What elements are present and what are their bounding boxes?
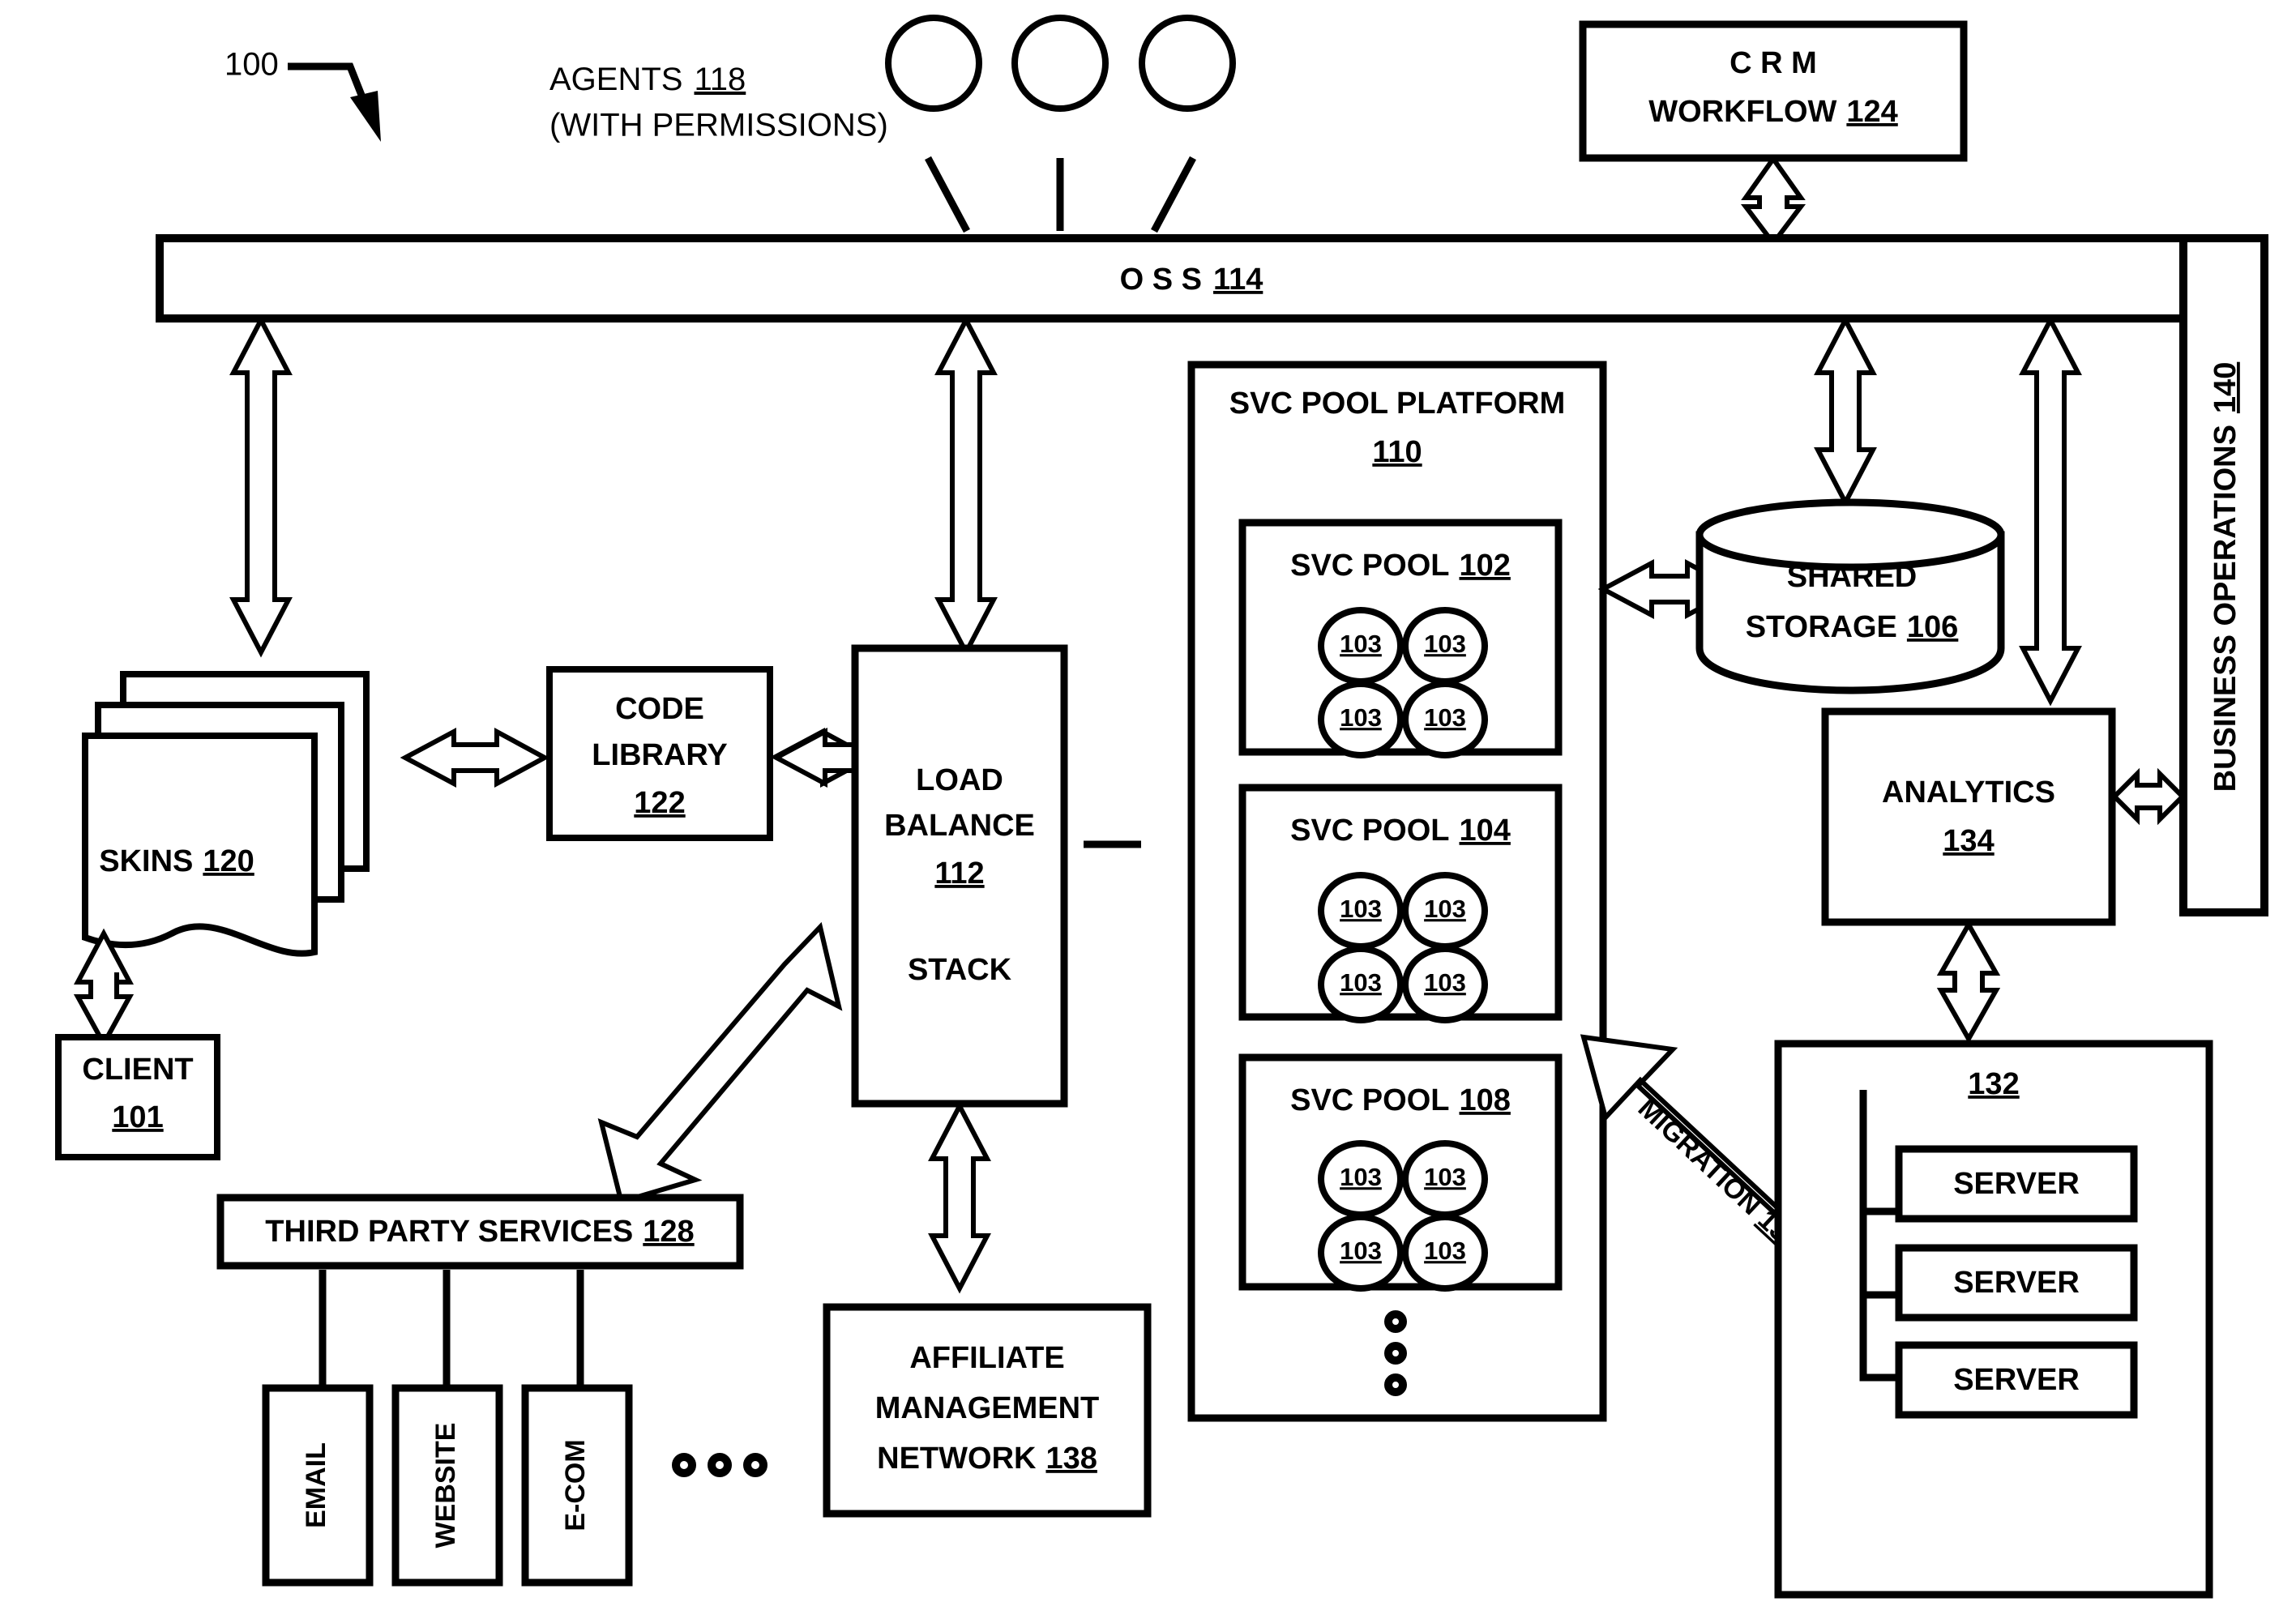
analytics-label: ANALYTICS: [1882, 775, 2055, 810]
load-balance-line1: LOAD: [916, 763, 1003, 797]
analytics-servergroup-arrow: [1936, 919, 2001, 1044]
skins-codelibrary-arrow: [400, 727, 550, 788]
load-balance-line2: BALANCE: [884, 809, 1035, 843]
svc-node-label: 103: [1424, 895, 1466, 923]
svc-pool-108[interactable]: SVC POOL 108 103 103 103 103: [1238, 1053, 1563, 1292]
patent-figure-canvas: 100 AGENTS 118 (WITH PERMISSIONS) C R M W…: [0, 0, 2296, 1619]
svc-pool-platform-ref: 110: [1372, 435, 1422, 469]
third-party-services-label: THIRD PARTY SERVICES 128: [265, 1215, 694, 1249]
svc-node-label: 103: [1340, 1163, 1382, 1191]
load-balance-ref: 112: [934, 856, 984, 891]
third-party-ellipsis: [672, 1453, 767, 1477]
server-label: SERVER: [1953, 1266, 2080, 1300]
third-party-child-website-label: WEBSITE: [430, 1423, 461, 1549]
svc-node-label: 103: [1424, 703, 1466, 732]
svc-pool-label: SVC POOL 102: [1290, 549, 1511, 583]
skins-stack[interactable]: SKINS 120: [82, 671, 370, 957]
svc-pool-platform-label: SVC POOL PLATFORM: [1229, 387, 1566, 421]
agent-icon: [1139, 15, 1236, 112]
shared-storage-cylinder[interactable]: SHARED STORAGE 106: [1695, 498, 2005, 694]
svc-node-label: 103: [1340, 968, 1382, 997]
crm-workflow-box[interactable]: [1579, 20, 1968, 162]
oss-skins-arrow: [229, 314, 293, 658]
oss-sharedstorage-arrow: [1814, 314, 1877, 508]
svc-pool-104[interactable]: SVC POOL 104 103 103 103 103: [1238, 784, 1563, 1023]
affiliate-line1: AFFILIATE: [909, 1341, 1064, 1375]
server-group-ref: 132: [1968, 1067, 2019, 1101]
affiliate-line3: NETWORK 138: [877, 1442, 1097, 1476]
agent-icon: [1011, 15, 1109, 112]
server-label: SERVER: [1953, 1363, 2080, 1397]
agent-connector: [925, 156, 970, 233]
crm-workflow-line2: WORKFLOW 124: [1648, 95, 1898, 129]
svc-pool-vertical-ellipsis-icon: [1384, 1310, 1407, 1396]
code-library-ref: 122: [634, 786, 685, 820]
agent-icon-group: [885, 15, 1236, 233]
analytics-businessops-arrow: [2110, 767, 2187, 826]
affiliate-line2: MANAGEMENT: [875, 1391, 1100, 1425]
shared-storage-line1: SHARED: [1787, 560, 1917, 594]
shared-storage-line2: STORAGE 106: [1746, 610, 1959, 644]
svc-node-label: 103: [1424, 968, 1466, 997]
svc-node-label: 103: [1340, 630, 1382, 658]
third-party-child-ecom-label: E-COM: [560, 1439, 591, 1531]
code-library-line2: LIBRARY: [592, 738, 727, 772]
loadbalance-thirdparty-arrow: [597, 921, 843, 1204]
code-library-line1: CODE: [615, 692, 704, 726]
svc-node-label: 103: [1340, 703, 1382, 732]
client-ref: 101: [112, 1100, 163, 1134]
client-label: CLIENT: [82, 1053, 193, 1087]
loadbalance-affiliate-arrow: [928, 1100, 991, 1294]
agents-sublabel: (WITH PERMISSIONS): [549, 108, 888, 143]
agent-connector: [1151, 156, 1196, 233]
svc-node-label: 103: [1424, 1237, 1466, 1265]
crm-oss-arrow: [1740, 154, 1806, 247]
agent-icon: [885, 15, 982, 112]
crm-workflow-line1: C R M: [1729, 46, 1817, 80]
analytics-box[interactable]: [1821, 707, 2116, 926]
svc-pool-label: SVC POOL 108: [1290, 1083, 1511, 1117]
load-balance-line3: STACK: [908, 953, 1012, 987]
server-label: SERVER: [1953, 1167, 2080, 1201]
oss-loadbalance-arrow: [934, 314, 998, 658]
oss-analytics-arrow: [2019, 314, 2082, 707]
agents-label: AGENTS 118: [549, 62, 746, 97]
figure-reference-leader: [288, 62, 381, 142]
oss-label: O S S 114: [1120, 263, 1263, 297]
svc-pool-label: SVC POOL 104: [1290, 814, 1511, 848]
analytics-ref: 134: [1943, 824, 1994, 858]
svc-node-label: 103: [1424, 630, 1466, 658]
business-operations-label: BUSINESS OPERATIONS140: [2208, 362, 2243, 792]
third-party-child-email-label: EMAIL: [301, 1442, 331, 1528]
svc-node-label: 103: [1340, 1237, 1382, 1265]
skins-label: SKINS 120: [99, 844, 254, 878]
skins-client-arrow: [73, 928, 135, 1049]
svc-node-label: 103: [1424, 1163, 1466, 1191]
svc-pool-102[interactable]: SVC POOL 102 103 103 103 103: [1238, 519, 1563, 758]
figure-reference-number: 100: [224, 47, 279, 83]
svc-node-label: 103: [1340, 895, 1382, 923]
